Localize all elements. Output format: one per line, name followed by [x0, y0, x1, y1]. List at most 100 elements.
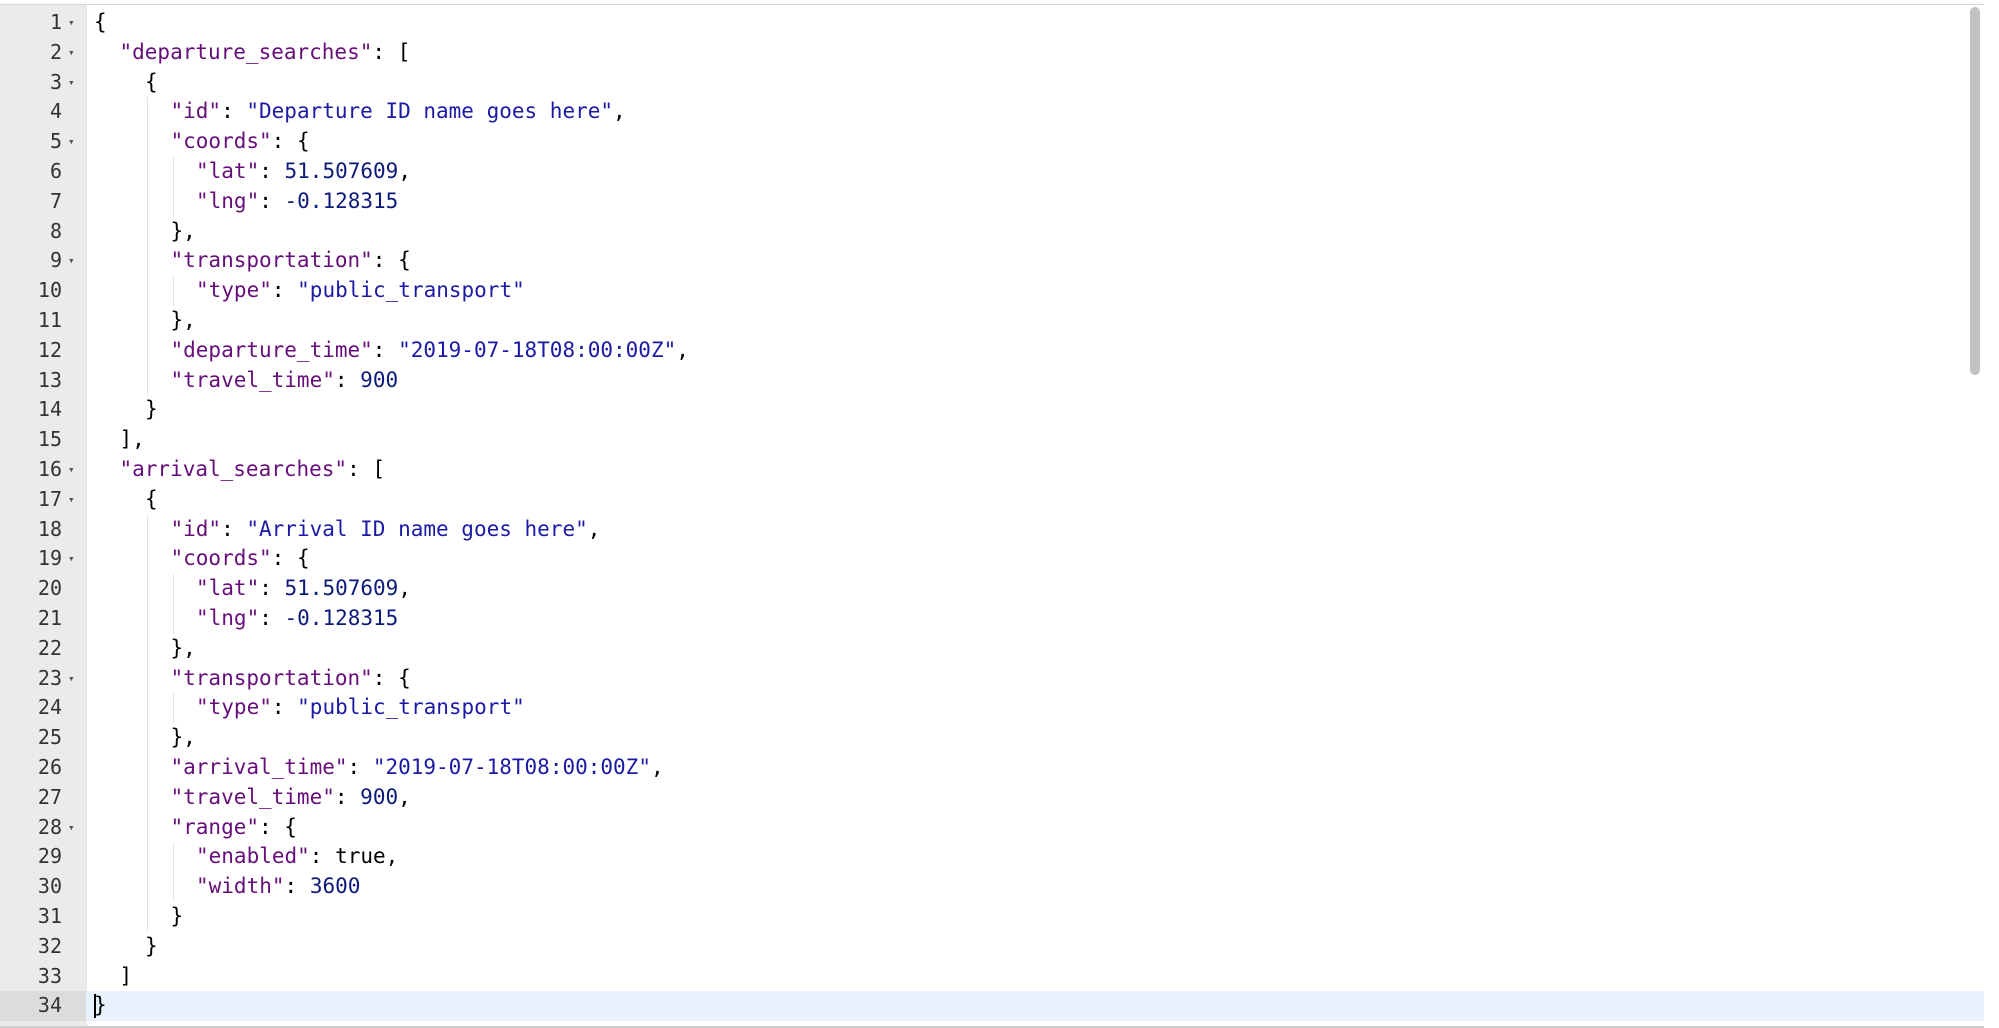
line-number: 19	[37, 546, 62, 571]
code-line[interactable]: 26 "arrival_time": "2019-07-18T08:00:00Z"…	[0, 752, 1984, 783]
code-line[interactable]: 12 "departure_time": "2019-07-18T08:00:00…	[0, 335, 1984, 366]
code-line[interactable]: 29 "enabled": true,	[0, 842, 1984, 873]
indent-guide	[147, 812, 148, 843]
code-line[interactable]: 11},	[0, 305, 1984, 336]
code-token: {	[145, 69, 158, 94]
code-text: },	[171, 723, 196, 753]
gutter-cell: 31	[0, 902, 86, 932]
code-token: "arrival_time"	[170, 754, 348, 779]
code-text: },	[171, 306, 196, 336]
code-line[interactable]: 7 "lng": -0.128315	[0, 186, 1984, 217]
code-line[interactable]: 8},	[0, 216, 1984, 247]
code-line[interactable]: 10 "type": "public_transport"	[0, 276, 1984, 306]
gutter-cell: 15	[0, 425, 86, 455]
fold-toggle-icon[interactable]: ▾	[68, 485, 75, 515]
fold-toggle-icon[interactable]: ▾	[68, 544, 75, 574]
gutter-cell: 13	[0, 366, 86, 396]
code-line[interactable]: 13 "travel_time": 900	[0, 365, 1984, 396]
code-token: : {	[271, 129, 310, 154]
line-number: 25	[37, 725, 62, 750]
code-lines: 1 ▾{2 ▾ "departure_searches": [3 ▾ {4 "id": "D…	[0, 8, 1984, 1022]
code-text: "lng": -0.128315	[196, 187, 398, 217]
code-line[interactable]: 5 ▾ "coords": {	[0, 127, 1984, 157]
code-line[interactable]: 32}	[0, 932, 1984, 962]
line-number: 32	[37, 933, 62, 958]
fold-toggle-icon[interactable]: ▾	[68, 68, 75, 98]
code-text: },	[171, 634, 196, 664]
code-line[interactable]: 4 "id": "Departure ID name goes here",	[0, 97, 1984, 128]
code-token: ,	[385, 844, 399, 869]
gutter-cell: 24	[0, 693, 86, 723]
json-code-editor[interactable]: 1 ▾{2 ▾ "departure_searches": [3 ▾ {4 "id": "D…	[0, 4, 1984, 1028]
indent-guide	[147, 723, 148, 753]
code-text: "id": "Departure ID name goes here",	[171, 97, 626, 127]
code-token: :	[271, 278, 298, 303]
line-number: 12	[37, 337, 62, 362]
vertical-scrollbar[interactable]	[1970, 7, 1980, 375]
code-token: "coords"	[170, 546, 272, 571]
code-line[interactable]: 2 ▾ "departure_searches": [	[0, 38, 1984, 68]
indent-guide	[147, 603, 148, 634]
code-line[interactable]: 9 ▾ "transportation": {	[0, 246, 1984, 277]
code-token: ]	[119, 963, 133, 988]
code-text: "coords": {	[171, 127, 310, 157]
code-token: },	[170, 635, 196, 660]
gutter-cell: 8	[0, 217, 86, 247]
code-line[interactable]: 24 "type": "public_transport"	[0, 693, 1984, 724]
code-text: "arrival_time": "2019-07-18T08:00:00Z",	[171, 753, 664, 783]
fold-toggle-icon[interactable]: ▾	[68, 813, 75, 843]
gutter-cell: 27	[0, 783, 86, 813]
code-line[interactable]: 31}	[0, 901, 1984, 932]
code-line[interactable]: 22},	[0, 633, 1984, 664]
code-token: 51.507609	[284, 158, 399, 183]
code-line[interactable]: 34}	[0, 991, 1984, 1022]
line-number: 13	[37, 367, 62, 392]
code-token: "arrival_searches"	[119, 456, 348, 481]
gutter-cell: 11	[0, 306, 86, 336]
code-line[interactable]: 19 ▾ "coords": {	[0, 544, 1984, 575]
fold-toggle-icon[interactable]: ▾	[68, 664, 75, 694]
code-line[interactable]: 27 "travel_time": 900,	[0, 782, 1984, 813]
fold-toggle-icon[interactable]: ▾	[68, 38, 75, 68]
code-line[interactable]: 17 ▾ {	[0, 485, 1984, 515]
code-token: 900	[360, 784, 399, 809]
code-line[interactable]: 33]	[0, 962, 1984, 992]
code-line[interactable]: 3 ▾ {	[0, 68, 1984, 98]
code-line[interactable]: 25},	[0, 723, 1984, 753]
code-line[interactable]: 20 "lat": 51.507609,	[0, 574, 1984, 604]
code-line[interactable]: 6 "lat": 51.507609,	[0, 156, 1984, 187]
code-token: "lng"	[196, 605, 260, 630]
code-line[interactable]: 15],	[0, 425, 1984, 455]
gutter-cell: 25	[0, 723, 86, 753]
code-text: ],	[120, 425, 145, 455]
indent-guide	[147, 216, 148, 247]
gutter-cell: 9 ▾	[0, 246, 86, 276]
code-text: },	[171, 217, 196, 247]
fold-toggle-icon[interactable]: ▾	[68, 246, 75, 276]
code-line[interactable]: 16 ▾ "arrival_searches": [	[0, 455, 1984, 485]
fold-toggle-icon[interactable]: ▾	[68, 127, 75, 157]
indent-guide	[172, 693, 174, 724]
code-line[interactable]: 1 ▾ {	[0, 8, 1984, 38]
line-number: 30	[37, 874, 62, 899]
code-line[interactable]: 23 ▾ "transportation": {	[0, 663, 1984, 694]
code-token: : {	[271, 546, 310, 571]
fold-toggle-icon[interactable]: ▾	[68, 8, 75, 38]
line-number: 17	[37, 486, 62, 511]
gutter-cell: 14	[0, 395, 86, 425]
code-line[interactable]: 30 "width": 3600	[0, 872, 1984, 902]
code-line[interactable]: 18 "id": "Arrival ID name goes here",	[0, 514, 1984, 545]
fold-toggle-icon[interactable]: ▾	[68, 455, 75, 485]
gutter-cell: 28 ▾	[0, 813, 86, 843]
code-line[interactable]: 28 ▾ "range": {	[0, 812, 1984, 843]
line-number: 16	[37, 456, 62, 481]
code-text: "lng": -0.128315	[196, 604, 398, 634]
code-line[interactable]: 21 "lng": -0.128315	[0, 603, 1984, 634]
indent-guide	[147, 901, 148, 932]
indent-guide	[172, 872, 174, 902]
gutter-cell: 3 ▾	[0, 68, 86, 98]
indent-guide	[147, 663, 148, 694]
code-token: : [	[347, 456, 386, 481]
code-line[interactable]: 14}	[0, 395, 1984, 425]
code-token: ,	[587, 516, 601, 541]
